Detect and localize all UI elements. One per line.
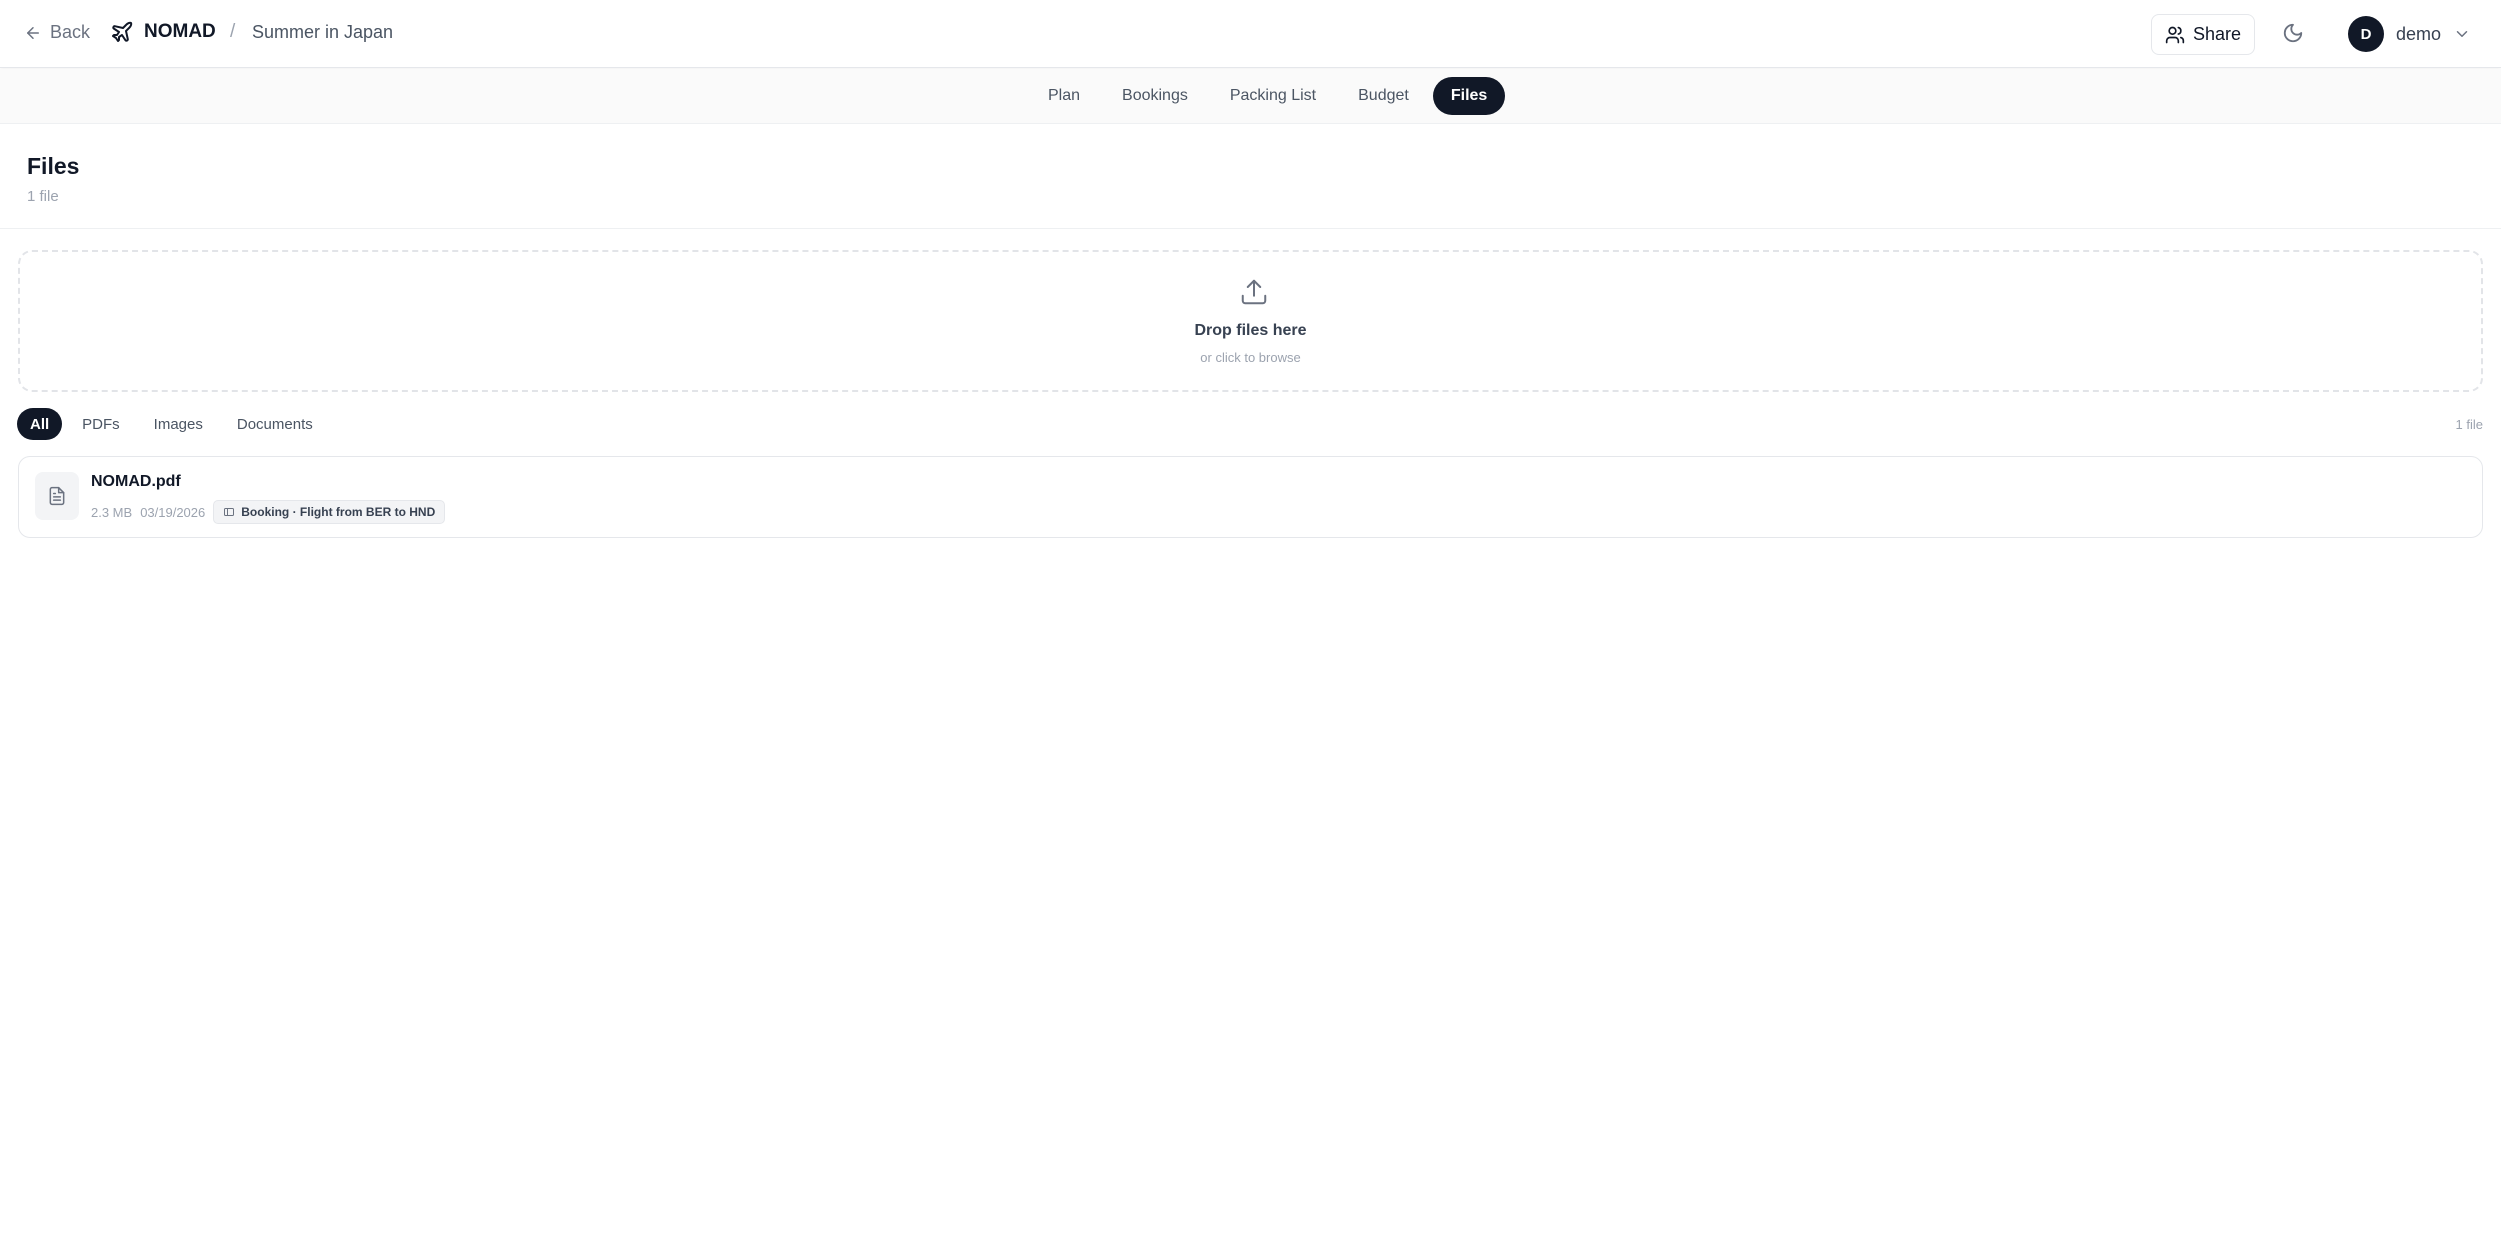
file-date: 03/19/2026	[140, 504, 206, 520]
tab-packing-list[interactable]: Packing List	[1212, 77, 1334, 115]
chevron-down-icon	[2456, 31, 2468, 37]
file-size: 2.3 MB	[91, 504, 133, 520]
file-text-icon	[49, 486, 65, 506]
arrow-left-icon	[27, 26, 39, 39]
filter-documents[interactable]: Documents	[223, 408, 327, 440]
back-button[interactable]: Back	[24, 22, 90, 43]
users-icon	[2165, 26, 2185, 43]
file-name: NOMAD.pdf	[91, 473, 181, 490]
filter-pdfs[interactable]: PDFs	[68, 408, 134, 440]
filter-all[interactable]: All	[17, 408, 63, 440]
page-header: Files 1 file	[0, 125, 2501, 229]
file-count: 1 file	[27, 188, 59, 205]
upload-icon	[1241, 279, 1267, 305]
page-title: Files	[27, 153, 80, 179]
brand-logo[interactable]: NOMAD	[110, 20, 216, 44]
ticket-icon	[224, 508, 235, 516]
top-header: Back NOMAD / Summer in Japan Share D dem…	[0, 0, 2501, 68]
tab-bookings[interactable]: Bookings	[1104, 77, 1206, 115]
tab-files[interactable]: Files	[1432, 77, 1506, 115]
filtered-file-count: 1 file	[2455, 417, 2483, 432]
share-label: Share	[2192, 24, 2242, 44]
tab-plan[interactable]: Plan	[1030, 77, 1098, 115]
dropzone-title: Drop files here	[1194, 322, 1307, 339]
plane-icon	[112, 21, 133, 42]
share-button[interactable]: Share	[2151, 14, 2255, 55]
trip-tab-bar: Plan Bookings Packing List Budget Files	[0, 69, 2501, 124]
user-menu[interactable]: D demo	[2348, 16, 2471, 52]
back-label: Back	[50, 22, 91, 42]
filter-images[interactable]: Images	[140, 408, 217, 440]
brand-name: NOMAD	[144, 21, 216, 42]
trip-tabs: Plan Bookings Packing List Budget Files	[1030, 77, 1506, 115]
file-list-item[interactable]: NOMAD.pdf 2.3 MB 03/19/2026 Booking · Fl…	[18, 456, 2483, 538]
theme-toggle-button[interactable]	[2282, 22, 2306, 46]
file-type-filters: All PDFs Images Documents	[17, 408, 327, 440]
breadcrumb-separator: /	[230, 21, 236, 42]
booking-link-label: Booking · Flight from BER to HND	[241, 505, 436, 519]
tab-budget[interactable]: Budget	[1340, 77, 1427, 115]
file-meta: 2.3 MB 03/19/2026 Booking · Flight from …	[91, 500, 446, 524]
file-thumbnail	[35, 472, 79, 520]
booking-link-tag[interactable]: Booking · Flight from BER to HND	[213, 500, 446, 524]
breadcrumb-trip-name: Summer in Japan	[252, 22, 394, 42]
moon-icon	[2283, 23, 2303, 43]
dropzone-subtitle: or click to browse	[1200, 350, 1301, 365]
avatar: D	[2348, 16, 2384, 52]
username: demo	[2396, 23, 2442, 44]
file-dropzone[interactable]: Drop files here or click to browse	[18, 250, 2483, 392]
